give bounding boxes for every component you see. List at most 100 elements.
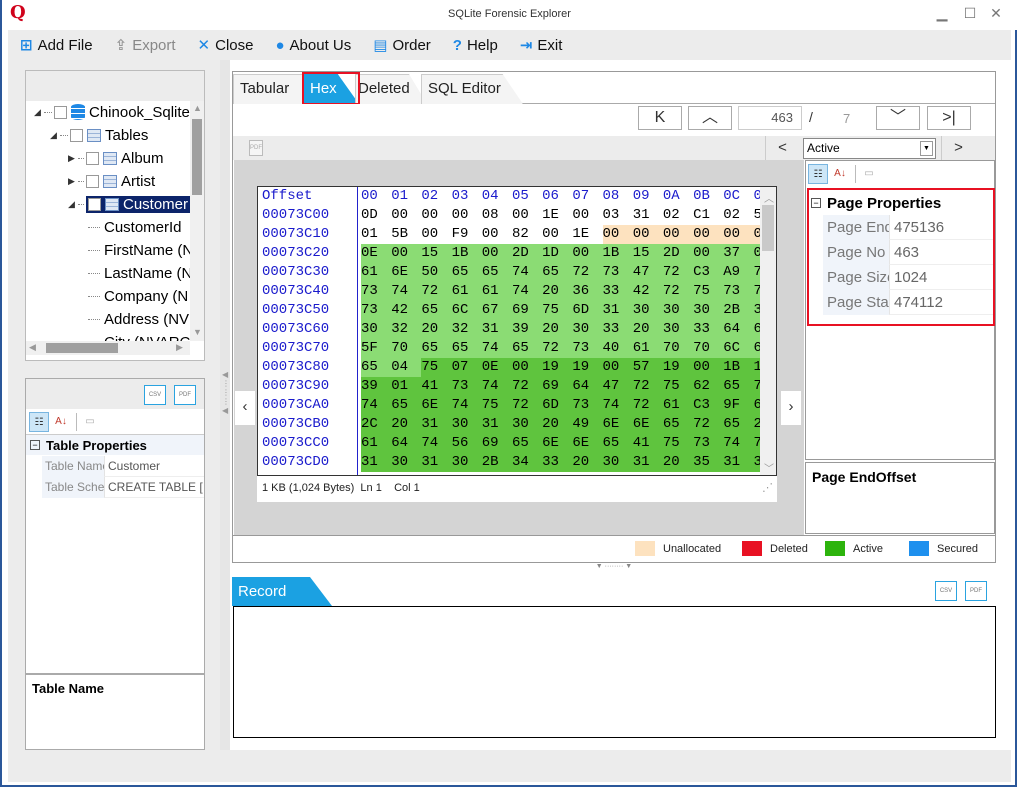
hex-byte[interactable]: 00 <box>723 225 754 244</box>
menu-export[interactable]: ⇪ Export <box>115 36 176 55</box>
hex-byte[interactable]: 64 <box>723 320 754 339</box>
hex-byte[interactable]: C3 <box>693 396 724 415</box>
page-number-input[interactable]: 463 <box>738 106 802 130</box>
hex-byte[interactable]: 72 <box>542 339 573 358</box>
hex-byte[interactable]: 41 <box>632 434 663 453</box>
hex-byte[interactable]: 65 <box>421 301 452 320</box>
hex-row[interactable]: 390141737472696447727562657 <box>361 377 761 396</box>
hex-byte[interactable]: 56 <box>451 434 482 453</box>
property-row[interactable]: Page Size 1024 <box>823 265 993 290</box>
hex-byte[interactable]: 1D <box>542 244 573 263</box>
status-filter-select[interactable]: Active ▼ <box>803 138 936 159</box>
hex-byte[interactable]: 30 <box>511 415 543 434</box>
tree-node-database[interactable]: ◢ Chinook_Sqlite <box>34 101 190 123</box>
hex-byte[interactable]: F9 <box>452 225 482 244</box>
hex-byte[interactable]: 30 <box>391 453 422 472</box>
hex-byte[interactable]: 07 <box>451 358 482 377</box>
hex-byte[interactable]: 00 <box>512 206 542 225</box>
hex-byte[interactable]: 31 <box>421 453 452 472</box>
hex-byte[interactable]: 6E <box>421 396 452 415</box>
hex-byte[interactable]: 31 <box>723 453 754 472</box>
tree-horizontal-scrollbar[interactable]: ◀ ▶ <box>26 341 190 355</box>
hex-byte[interactable]: 00 <box>542 225 572 244</box>
hex-byte[interactable]: 02 <box>723 206 753 225</box>
hex-byte[interactable]: 34 <box>511 453 543 472</box>
hex-byte[interactable]: 20 <box>662 453 694 472</box>
filter-next-button[interactable]: > <box>941 136 975 160</box>
hex-scroll-right-button[interactable]: › <box>781 391 801 425</box>
categorized-view-icon[interactable]: ☷ <box>808 164 828 184</box>
hex-byte[interactable]: 33 <box>693 320 724 339</box>
filter-previous-button[interactable]: < <box>765 136 799 160</box>
hex-byte[interactable]: 74 <box>602 396 633 415</box>
hex-byte[interactable]: 20 <box>421 320 452 339</box>
hex-byte[interactable]: 70 <box>662 339 694 358</box>
hex-byte[interactable]: 6E <box>391 263 422 282</box>
hex-byte[interactable]: 04 <box>391 358 422 377</box>
collapsed-arrow-icon[interactable]: ▶ <box>68 176 78 187</box>
hex-byte[interactable]: 72 <box>662 263 694 282</box>
hex-byte[interactable]: 65 <box>451 339 482 358</box>
hex-byte[interactable]: 74 <box>361 396 392 415</box>
scroll-up-icon[interactable]: ▲ <box>193 103 202 113</box>
menu-exit[interactable]: ⇥ Exit <box>520 36 563 55</box>
hex-row[interactable]: 650475070E001919005719001B1 <box>361 358 761 377</box>
hex-byte[interactable]: 2B <box>481 453 512 472</box>
hex-byte[interactable]: 74 <box>391 282 422 301</box>
hex-byte[interactable]: 73 <box>723 282 754 301</box>
hex-byte[interactable]: 33 <box>542 453 573 472</box>
hex-byte[interactable]: 64 <box>572 377 603 396</box>
hex-byte[interactable]: 31 <box>632 453 663 472</box>
menu-close[interactable]: ✕ Close <box>198 36 254 55</box>
maximize-button[interactable]: ☐ <box>960 5 980 23</box>
hex-byte[interactable]: 19 <box>542 358 573 377</box>
hex-byte[interactable]: 73 <box>693 434 724 453</box>
next-page-button[interactable]: ﹀ <box>876 106 920 130</box>
hex-byte[interactable]: 57 <box>632 358 663 377</box>
hex-row[interactable]: 0E00151B002D1D001B152D00370 <box>361 244 761 263</box>
hex-byte[interactable]: 00 <box>632 225 663 244</box>
hex-byte[interactable]: 31 <box>481 415 512 434</box>
hex-byte[interactable]: 08 <box>482 206 512 225</box>
hex-byte[interactable]: 65 <box>421 339 452 358</box>
hex-byte[interactable]: 2D <box>662 244 694 263</box>
hex-byte[interactable]: 00 <box>421 206 451 225</box>
previous-page-button[interactable]: ︿ <box>688 106 732 130</box>
hex-byte[interactable]: 33 <box>602 320 633 339</box>
tab-record[interactable]: Record <box>232 577 332 606</box>
hex-byte[interactable]: 0E <box>481 358 512 377</box>
hex-byte[interactable]: 0D <box>361 206 391 225</box>
hex-byte[interactable]: 61 <box>361 434 392 453</box>
hex-byte[interactable]: 9F <box>723 396 754 415</box>
hex-row[interactable]: 74656E7475726D73747261C39F6 <box>361 396 761 415</box>
collapse-icon[interactable]: − <box>30 440 40 450</box>
hex-byte[interactable]: 20 <box>572 453 603 472</box>
hex-byte[interactable]: 1B <box>451 244 482 263</box>
hex-byte[interactable]: 40 <box>602 339 633 358</box>
hex-row[interactable]: 2C203130313020496E6E6572652 <box>361 415 761 434</box>
hex-byte[interactable]: 00 <box>602 225 633 244</box>
tree-node-column[interactable]: FirstName (N <box>88 239 193 261</box>
hex-byte[interactable]: 00 <box>572 244 603 263</box>
hex-byte[interactable]: 82 <box>512 225 542 244</box>
tree-node-column[interactable]: City (NVARC <box>88 331 190 342</box>
hex-byte[interactable]: 31 <box>633 206 663 225</box>
menu-order[interactable]: ▤ Order <box>373 36 431 55</box>
property-pages-icon[interactable]: ▭ <box>80 412 100 432</box>
record-export-pdf-button[interactable]: PDF <box>965 581 987 601</box>
last-page-button[interactable]: >| <box>927 106 971 130</box>
hex-byte[interactable]: 6E <box>572 434 603 453</box>
hex-byte[interactable]: 72 <box>421 282 452 301</box>
hex-byte[interactable]: 49 <box>572 415 603 434</box>
hex-byte[interactable]: 64 <box>391 434 422 453</box>
hex-byte[interactable]: 69 <box>511 301 543 320</box>
record-export-csv-button[interactable]: CSV <box>935 581 957 601</box>
hex-byte[interactable]: 41 <box>421 377 452 396</box>
hex-byte[interactable]: 65 <box>511 434 543 453</box>
hex-byte[interactable]: 75 <box>662 377 694 396</box>
tab-deleted[interactable]: Deleted <box>355 74 427 104</box>
sort-alphabetical-icon[interactable]: A↓ <box>51 412 71 432</box>
horizontal-splitter[interactable]: ▼ ········ ▼ <box>232 563 996 573</box>
hex-byte[interactable]: 6D <box>572 301 603 320</box>
hex-byte[interactable]: 30 <box>451 453 482 472</box>
